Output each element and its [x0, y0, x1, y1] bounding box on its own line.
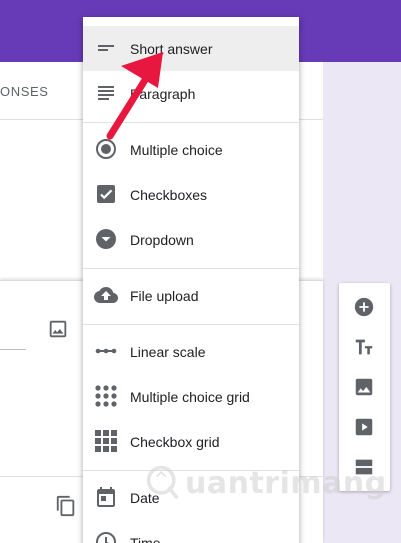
dropdown-arrow-icon	[94, 227, 118, 251]
linear-scale-icon	[94, 339, 118, 363]
square-grid-icon	[94, 429, 118, 453]
add-question-icon[interactable]	[353, 296, 375, 318]
radio-button-icon	[94, 137, 118, 161]
menu-item-label: Dropdown	[130, 231, 194, 248]
calendar-icon	[94, 485, 118, 509]
add-image-to-question-icon[interactable]	[47, 318, 69, 340]
question-type-menu: Short answer Paragraph Multiple choice C…	[83, 17, 299, 543]
menu-item-label: Checkbox grid	[130, 433, 220, 450]
menu-divider	[83, 470, 299, 471]
menu-item-label: Multiple choice	[130, 141, 223, 158]
menu-item-date[interactable]: Date	[83, 475, 299, 520]
menu-item-label: Linear scale	[130, 343, 206, 360]
add-video-icon[interactable]	[353, 416, 375, 438]
menu-divider	[83, 324, 299, 325]
form-side-toolbar	[339, 283, 390, 491]
menu-item-label: Checkboxes	[130, 186, 208, 203]
menu-item-time[interactable]: Time	[83, 520, 299, 543]
cloud-upload-icon	[94, 283, 118, 307]
add-image-icon[interactable]	[353, 376, 375, 398]
paragraph-icon	[94, 81, 118, 105]
add-title-icon[interactable]	[353, 336, 375, 358]
clock-icon	[94, 530, 118, 543]
tab-responses[interactable]: ONSES	[0, 84, 49, 99]
menu-item-checkboxes[interactable]: Checkboxes	[83, 172, 299, 217]
menu-item-label: Multiple choice grid	[130, 388, 250, 405]
menu-item-label: Time	[130, 534, 161, 543]
menu-item-file-upload[interactable]: File upload	[83, 273, 299, 318]
menu-item-label: File upload	[130, 287, 199, 304]
menu-item-label: Short answer	[130, 40, 213, 57]
menu-divider	[83, 268, 299, 269]
menu-divider	[83, 122, 299, 123]
menu-item-label: Date	[130, 489, 160, 506]
duplicate-icon[interactable]	[55, 495, 77, 517]
menu-item-dropdown[interactable]: Dropdown	[83, 217, 299, 262]
question-title-underline	[0, 349, 26, 350]
menu-item-linear-scale[interactable]: Linear scale	[83, 329, 299, 374]
menu-item-short-answer[interactable]: Short answer	[83, 26, 299, 71]
menu-item-paragraph[interactable]: Paragraph	[83, 71, 299, 116]
menu-item-multiple-choice[interactable]: Multiple choice	[83, 127, 299, 172]
dot-grid-icon	[94, 384, 118, 408]
short-text-icon	[94, 36, 118, 60]
menu-item-multiple-choice-grid[interactable]: Multiple choice grid	[83, 374, 299, 419]
add-section-icon[interactable]	[353, 456, 375, 478]
checkbox-icon	[94, 182, 118, 206]
menu-item-label: Paragraph	[130, 85, 196, 102]
menu-item-checkbox-grid[interactable]: Checkbox grid	[83, 419, 299, 464]
